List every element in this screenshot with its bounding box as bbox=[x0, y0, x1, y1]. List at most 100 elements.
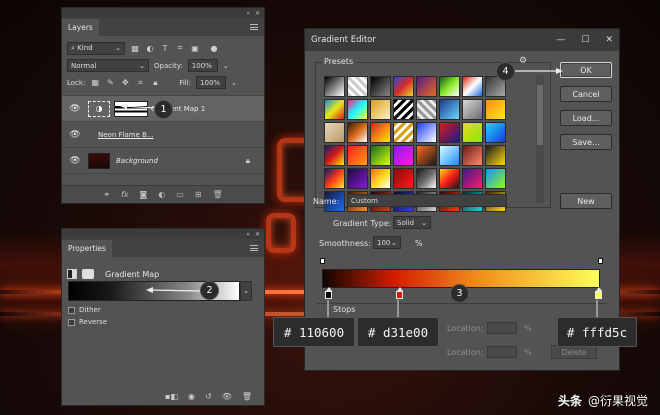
reset-icon[interactable]: ↺ bbox=[205, 392, 212, 401]
gradient-dropdown-button[interactable]: ⌄ bbox=[240, 281, 252, 301]
minimize-icon[interactable]: — bbox=[556, 35, 565, 45]
ok-button[interactable]: OK bbox=[560, 62, 612, 78]
chevron-down-icon[interactable]: ⌄ bbox=[223, 62, 229, 70]
scrollbar-thumb[interactable] bbox=[537, 85, 543, 145]
layer-name[interactable]: Background bbox=[116, 157, 158, 165]
preset-swatch[interactable] bbox=[370, 122, 391, 143]
layer-name[interactable]: Neon Flame B... bbox=[98, 131, 154, 139]
preset-swatch[interactable] bbox=[416, 145, 437, 166]
preset-swatch[interactable] bbox=[393, 145, 414, 166]
new-adjustment-icon[interactable]: ◐ bbox=[158, 190, 165, 199]
preset-swatch[interactable] bbox=[416, 122, 437, 143]
preset-swatch[interactable] bbox=[393, 168, 414, 189]
fx-icon[interactable]: fx bbox=[121, 190, 129, 199]
preset-swatch[interactable] bbox=[462, 76, 483, 97]
color-stop[interactable] bbox=[595, 287, 602, 299]
filter-toggle-icon[interactable]: ● bbox=[209, 44, 219, 53]
preset-swatch[interactable] bbox=[347, 99, 368, 120]
preset-swatch[interactable] bbox=[416, 168, 437, 189]
color-location-input[interactable] bbox=[487, 346, 517, 358]
preset-swatch[interactable] bbox=[439, 76, 460, 97]
layer-row[interactable]: 👁︎ Background 🔒︎ bbox=[62, 148, 264, 174]
visibility-eye-icon[interactable]: 👁︎ bbox=[68, 156, 82, 166]
preset-swatch[interactable] bbox=[462, 168, 483, 189]
lock-transparency-icon[interactable]: ▦ bbox=[90, 78, 100, 87]
preset-swatch[interactable] bbox=[485, 122, 506, 143]
visibility-eye-icon[interactable]: 👁︎ bbox=[222, 392, 232, 401]
opacity-stop[interactable] bbox=[598, 258, 603, 264]
visibility-eye-icon[interactable]: 👁︎ bbox=[68, 130, 82, 140]
preset-swatch[interactable] bbox=[485, 99, 506, 120]
preset-swatch[interactable] bbox=[370, 145, 391, 166]
settings-gear-icon[interactable]: ⚙ bbox=[519, 56, 527, 66]
smoothness-input[interactable]: 100 ⌄ bbox=[373, 236, 401, 249]
preset-swatch[interactable] bbox=[439, 122, 460, 143]
preset-swatch[interactable] bbox=[485, 168, 506, 189]
opacity-location-input[interactable] bbox=[487, 322, 517, 334]
opacity-stop[interactable] bbox=[320, 258, 325, 264]
panel-menu-icon[interactable] bbox=[250, 245, 258, 251]
panel-menu-icon[interactable] bbox=[250, 24, 258, 30]
visibility-eye-icon[interactable]: 👁︎ bbox=[68, 104, 82, 114]
preset-swatch[interactable] bbox=[324, 76, 345, 97]
preset-swatch[interactable] bbox=[439, 99, 460, 120]
delete-button[interactable]: Delete bbox=[551, 345, 597, 359]
new-layer-icon[interactable]: ⊞ bbox=[195, 190, 202, 199]
chevron-down-icon[interactable]: ⌄ bbox=[231, 79, 237, 87]
maximize-icon[interactable]: ☐ bbox=[581, 35, 589, 45]
type-filter-icon[interactable]: T bbox=[160, 44, 170, 53]
opacity-input[interactable]: 100% bbox=[187, 59, 218, 72]
preset-swatch[interactable] bbox=[416, 99, 437, 120]
preset-swatch[interactable] bbox=[370, 99, 391, 120]
trash-icon[interactable]: 🗑︎ bbox=[242, 392, 252, 401]
collapse-icon[interactable]: « bbox=[246, 231, 250, 238]
adjustment-filter-icon[interactable]: ◐ bbox=[145, 44, 155, 53]
save-button[interactable]: Save... bbox=[560, 134, 612, 150]
preset-swatch[interactable] bbox=[393, 122, 414, 143]
preset-swatch[interactable] bbox=[485, 145, 506, 166]
presets-scrollbar[interactable] bbox=[536, 75, 544, 203]
load-button[interactable]: Load... bbox=[560, 110, 612, 126]
preset-swatch[interactable] bbox=[462, 122, 483, 143]
preset-swatch[interactable] bbox=[347, 168, 368, 189]
preset-swatch[interactable] bbox=[324, 99, 345, 120]
color-stop[interactable] bbox=[325, 287, 332, 299]
smart-object-filter-icon[interactable]: ▣ bbox=[190, 44, 200, 53]
pixel-filter-icon[interactable]: ▩ bbox=[130, 44, 140, 53]
shape-filter-icon[interactable]: ⌗ bbox=[175, 43, 185, 53]
preset-swatch[interactable] bbox=[393, 99, 414, 120]
preset-swatch[interactable] bbox=[393, 76, 414, 97]
preset-swatch[interactable] bbox=[439, 145, 460, 166]
gradient-name-input[interactable]: Custom bbox=[347, 194, 507, 207]
lock-pixels-icon[interactable]: ✎ bbox=[105, 78, 115, 87]
preset-swatch[interactable] bbox=[324, 145, 345, 166]
filter-kind-select[interactable]: ⌕ Kind ⌄ bbox=[67, 41, 125, 55]
tab-layers[interactable]: Layers bbox=[62, 19, 99, 36]
blend-mode-select[interactable]: Normal ⌄ bbox=[67, 59, 149, 72]
preset-swatch[interactable] bbox=[370, 76, 391, 97]
lock-all-icon[interactable]: 🔒︎ bbox=[150, 78, 160, 88]
lock-artboard-icon[interactable]: ⌗ bbox=[135, 78, 145, 88]
close-icon[interactable]: ✕ bbox=[255, 10, 260, 17]
dither-checkbox[interactable] bbox=[68, 306, 75, 314]
layer-row[interactable]: 👁︎ Neon Flame B... bbox=[62, 122, 264, 148]
tab-properties[interactable]: Properties bbox=[62, 240, 112, 257]
new-group-icon[interactable]: ▭ bbox=[176, 190, 184, 199]
preset-swatch[interactable] bbox=[439, 168, 460, 189]
preset-swatch[interactable] bbox=[370, 168, 391, 189]
add-mask-icon[interactable]: ◙ bbox=[140, 190, 148, 199]
cancel-button[interactable]: Cancel bbox=[560, 86, 612, 102]
preset-swatch[interactable] bbox=[324, 168, 345, 189]
reverse-checkbox[interactable] bbox=[68, 318, 75, 326]
color-stop[interactable] bbox=[396, 287, 403, 299]
close-icon[interactable]: ✕ bbox=[605, 35, 613, 45]
preset-swatch[interactable] bbox=[347, 76, 368, 97]
preset-swatch[interactable] bbox=[416, 76, 437, 97]
gradient-type-select[interactable]: Solid ⌄ bbox=[393, 216, 431, 229]
trash-icon[interactable]: 🗑︎ bbox=[213, 190, 223, 199]
clip-to-layer-icon[interactable]: ▪◧ bbox=[165, 392, 178, 401]
new-button[interactable]: New bbox=[560, 193, 612, 209]
close-icon[interactable]: ✕ bbox=[255, 231, 260, 238]
lock-position-icon[interactable]: ✥ bbox=[120, 78, 130, 87]
preset-swatch[interactable] bbox=[347, 122, 368, 143]
